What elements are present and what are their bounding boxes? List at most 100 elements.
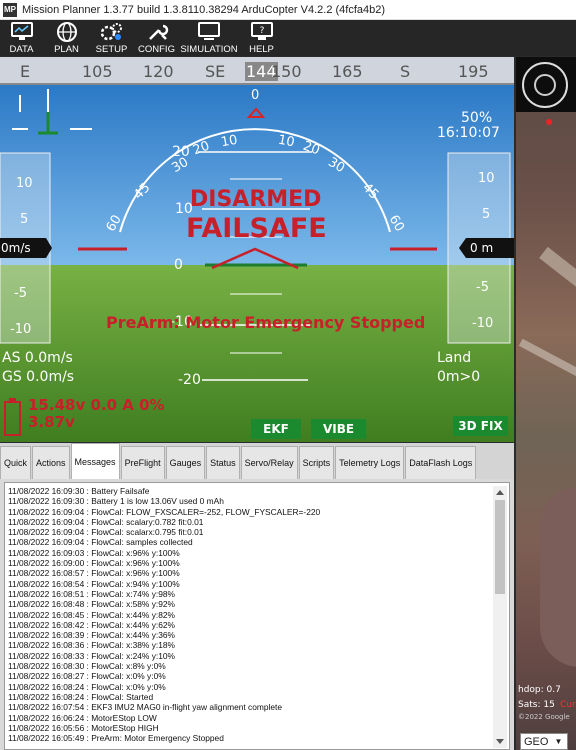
flight-hud[interactable]: E 105 120 SE 144 150 165 S 195 60 45 30 … [0, 57, 514, 442]
message-line: 11/08/2022 16:08:54 : FlowCal: x:94% y:1… [8, 578, 180, 589]
message-line: 11/08/2022 16:08:57 : FlowCal: x:96% y:1… [8, 568, 180, 579]
map-panel[interactable]: hdop: 0.7 Sats: 15 Curr ©2022 Google GEO… [516, 57, 576, 750]
map-road [518, 338, 576, 384]
map-water [540, 487, 576, 667]
globe-icon [56, 22, 77, 42]
tab-dataflash-logs[interactable]: DataFlash Logs [405, 446, 477, 479]
alt-tape-value: 0 m [470, 241, 494, 255]
message-line: 11/08/2022 16:08:39 : FlowCal: x:44% y:3… [8, 630, 175, 641]
message-line: 11/08/2022 16:08:24 : FlowCal: Started [8, 691, 154, 702]
groundspeed: GS 0.0m/s [2, 369, 75, 385]
alt-tape-label: -10 [472, 316, 494, 331]
roll-label: 10 [219, 132, 239, 151]
home-marker-icon[interactable] [546, 119, 552, 125]
map-copyright: ©2022 Google [518, 713, 570, 721]
help-monitor-icon: ? [250, 22, 273, 40]
heading-tick: E [20, 62, 31, 81]
distance-home: 0m>0 [437, 369, 481, 385]
messages-textbox[interactable]: 11/08/2022 16:09:30 : Battery Failsafe 1… [4, 482, 510, 750]
speed-tape-value: 0m/s [1, 241, 31, 255]
plan-button-label: PLAN [54, 44, 79, 55]
heading-tick: S [400, 62, 411, 81]
window-title: Mission Planner 1.3.77 build 1.3.8110.38… [22, 3, 386, 16]
heading-tick: SE [205, 62, 226, 81]
message-line: 11/08/2022 16:09:04 : FlowCal: samples c… [8, 537, 193, 548]
main-toolbar: DATA PLAN SETUP CONFIG SIMULATION ? HELP [0, 20, 576, 56]
message-line: 11/08/2022 16:09:03 : FlowCal: x:96% y:1… [8, 547, 180, 558]
data-button-label: DATA [9, 44, 34, 55]
flight-mode: Land [437, 350, 472, 366]
speed-tape-label: -5 [14, 286, 27, 301]
prearm-message: PreArm: Motor Emergency Stopped [106, 313, 426, 332]
map-road [539, 246, 576, 302]
tab-gauges[interactable]: Gauges [165, 446, 206, 479]
hdop-label: hdop: 0.7 [518, 685, 561, 695]
message-line: 11/08/2022 16:06:24 : MotorEStop LOW [8, 712, 157, 723]
sats-label: Sats: 15 [518, 700, 555, 710]
pitch-label: 20 [172, 144, 190, 160]
roll-label: 0 [251, 88, 260, 103]
monitor-icon [10, 22, 33, 40]
failsafe-status: FAILSAFE [186, 213, 327, 244]
airspeed: AS 0.0m/s [2, 350, 73, 366]
setup-button-label: SETUP [95, 44, 128, 55]
title-bar: MP Mission Planner 1.3.77 build 1.3.8110… [0, 0, 576, 20]
current-label: Curr [560, 700, 576, 710]
help-button-label: HELP [249, 44, 274, 55]
compass-inner [534, 74, 556, 96]
plan-button[interactable]: PLAN [45, 20, 88, 56]
alt-tape-label: 10 [478, 171, 495, 186]
speed-tape-label: 10 [16, 176, 33, 191]
cell-voltage: 3.87v [28, 413, 75, 431]
tab-messages[interactable]: Messages [70, 443, 120, 479]
heading-tick: 120 [143, 62, 174, 81]
simulation-button[interactable]: SIMULATION [180, 20, 238, 56]
tab-preflight[interactable]: PreFlight [120, 446, 165, 479]
vibe-badge[interactable]: VIBE [311, 419, 366, 439]
message-line: 11/08/2022 16:09:04 : FlowCal: scalarx:0… [8, 527, 204, 538]
tab-telemetry-logs[interactable]: Telemetry Logs [335, 446, 405, 479]
config-button[interactable]: CONFIG [135, 20, 178, 56]
message-line: 11/08/2022 16:08:51 : FlowCal: x:74% y:9… [8, 588, 175, 599]
roll-label: 10 [276, 132, 296, 151]
scroll-down-icon[interactable] [496, 739, 504, 744]
scrollbar-thumb[interactable] [495, 500, 505, 594]
data-button[interactable]: DATA [0, 20, 43, 56]
message-line: 11/08/2022 16:05:49 : PreArm: Motor Emer… [8, 733, 224, 744]
messages-scrollbar[interactable] [493, 486, 507, 748]
gears-icon [100, 23, 122, 41]
message-line: 11/08/2022 16:08:24 : FlowCal: x:0% y:0% [8, 681, 166, 692]
app-icon: MP [3, 2, 17, 17]
geo-select-value: GEO [524, 735, 549, 748]
message-line: 11/08/2022 16:07:54 : EKF3 IMU2 MAG0 in-… [8, 702, 283, 713]
tab-servo-relay[interactable]: Servo/Relay [240, 446, 298, 479]
alt-tape-label: -5 [476, 280, 489, 295]
geo-select[interactable]: GEO ▼ [520, 733, 568, 750]
message-line: 11/08/2022 16:08:36 : FlowCal: x:38% y:1… [8, 640, 175, 651]
tab-quick[interactable]: Quick [0, 446, 32, 479]
tab-scripts[interactable]: Scripts [298, 446, 335, 479]
message-line: 11/08/2022 16:08:42 : FlowCal: x:44% y:6… [8, 619, 175, 630]
heading-tick: 105 [82, 62, 113, 81]
message-line: 11/08/2022 16:09:30 : Battery 1 is low 1… [8, 496, 224, 507]
armed-status: DISARMED [190, 187, 322, 212]
message-line: 11/08/2022 16:09:04 : FlowCal: scalary:0… [8, 516, 204, 527]
speed-tape-label: -10 [10, 322, 32, 337]
simulation-button-label: SIMULATION [180, 44, 238, 55]
tab-actions[interactable]: Actions [32, 446, 70, 479]
ekf-badge[interactable]: EKF [251, 419, 301, 439]
messages-panel: 11/08/2022 16:09:30 : Battery Failsafe 1… [0, 479, 514, 750]
wrench-icon [148, 24, 168, 40]
chevron-down-icon: ▼ [554, 737, 563, 746]
gps-fix-badge[interactable]: 3D FIX [453, 416, 508, 436]
tab-status[interactable]: Status [206, 446, 240, 479]
help-button[interactable]: ? HELP [240, 20, 283, 56]
message-line: 11/08/2022 16:08:48 : FlowCal: x:58% y:9… [8, 599, 175, 610]
message-line: 11/08/2022 16:08:45 : FlowCal: x:44% y:8… [8, 609, 175, 620]
setup-button[interactable]: SETUP [90, 20, 133, 56]
message-line: 11/08/2022 16:08:33 : FlowCal: x:24% y:1… [8, 650, 175, 661]
svg-text:?: ? [259, 26, 264, 36]
pitch-label: 0 [174, 257, 183, 273]
scroll-up-icon[interactable] [496, 490, 504, 495]
pitch-label: -20 [178, 372, 201, 388]
